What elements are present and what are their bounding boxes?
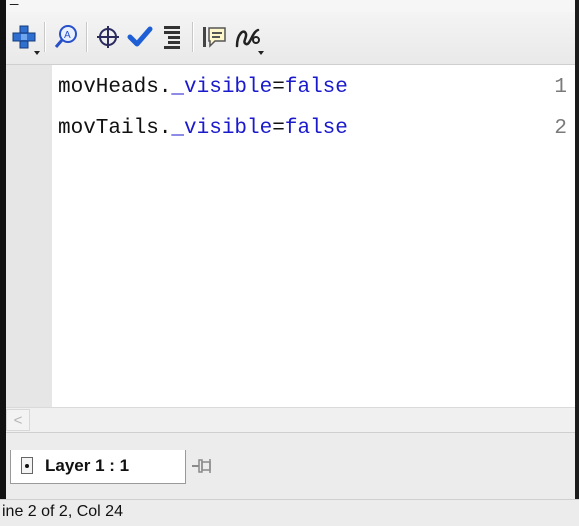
code-line[interactable]: movTails._visible=false xyxy=(58,117,348,140)
status-bar: ine 2 of 2, Col 24 xyxy=(0,499,579,526)
insert-target-path-button[interactable] xyxy=(92,20,124,54)
find-icon: A xyxy=(54,25,77,48)
script-tab-bar: Layer 1 : 1 xyxy=(6,432,575,500)
pin-script-button[interactable] xyxy=(190,454,214,478)
line-number: 2 xyxy=(554,117,567,140)
toolbar-separator xyxy=(192,22,194,52)
toolbar-separator xyxy=(86,22,88,52)
code-object: movHeads. xyxy=(58,76,172,99)
insert-target-path-icon xyxy=(97,26,119,48)
line-number-gutter xyxy=(6,65,52,407)
layer-icon xyxy=(21,457,33,474)
code-operator: = xyxy=(272,76,285,99)
clipped-window-edge: _ xyxy=(0,0,579,12)
code-property: _visible xyxy=(171,76,273,99)
code-object: movTails. xyxy=(58,117,172,140)
find-button[interactable]: A xyxy=(50,20,82,54)
code-hint-icon xyxy=(203,27,226,48)
toolbar-separator xyxy=(44,22,46,52)
add-statement-icon xyxy=(12,25,36,49)
check-syntax-icon xyxy=(127,26,153,47)
show-code-hint-button[interactable] xyxy=(198,20,230,54)
script-editor[interactable]: 1 movHeads._visible=false 2 movTails._vi… xyxy=(6,65,575,407)
layer-tab-label: Layer 1 : 1 xyxy=(45,456,130,475)
layer-tab[interactable]: Layer 1 : 1 xyxy=(10,450,186,484)
actions-toolbar: A xyxy=(6,12,575,65)
pin-icon xyxy=(192,459,211,473)
dropdown-arrow-icon xyxy=(258,51,264,55)
code-value: false xyxy=(284,117,348,140)
dropdown-arrow-icon xyxy=(34,51,40,55)
svg-text:A: A xyxy=(64,30,71,41)
auto-format-icon xyxy=(164,26,180,49)
debug-options-icon xyxy=(235,28,260,48)
code-property: _visible xyxy=(171,117,273,140)
debug-options-button[interactable] xyxy=(232,20,264,55)
add-statement-button[interactable] xyxy=(8,20,40,55)
code-operator: = xyxy=(272,117,285,140)
code-value: false xyxy=(284,76,348,99)
check-syntax-button[interactable] xyxy=(124,20,156,54)
cursor-position-status: ine 2 of 2, Col 24 xyxy=(2,503,123,520)
scroll-left-button[interactable]: < xyxy=(6,409,30,431)
code-line[interactable]: movHeads._visible=false xyxy=(58,76,348,99)
window-frame-right xyxy=(575,0,579,500)
horizontal-scrollbar[interactable]: < xyxy=(6,407,575,433)
line-number: 1 xyxy=(554,76,567,99)
auto-format-button[interactable] xyxy=(156,20,188,54)
